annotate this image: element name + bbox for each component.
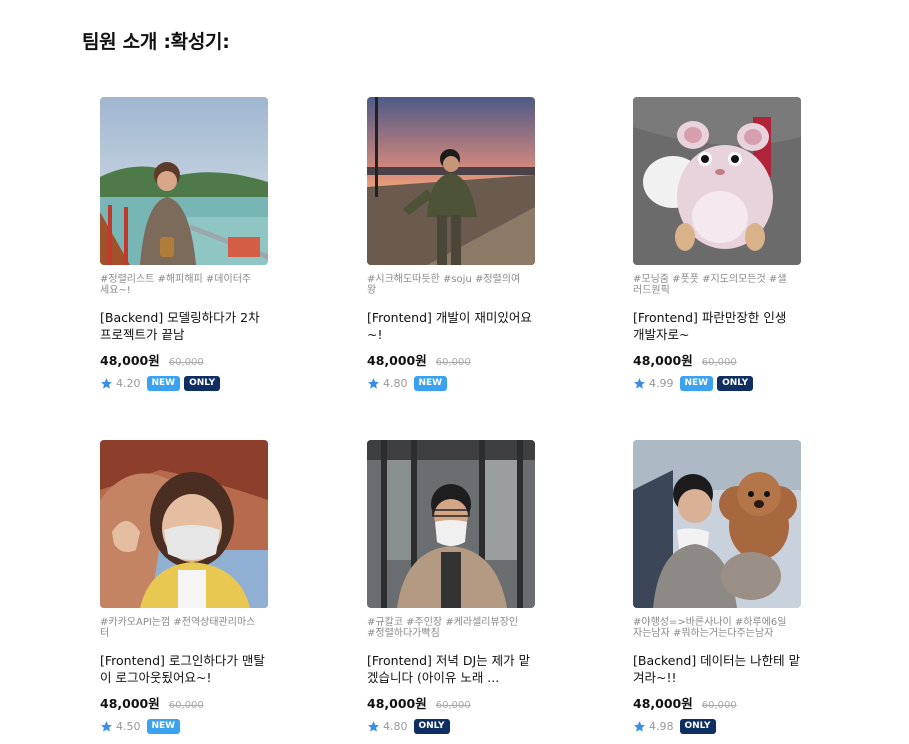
new-badge: NEW bbox=[146, 718, 181, 734]
member-card[interactable]: #시크해도따듯한 #soju #정렬의여왕 [Frontend] 개발이 재미있… bbox=[367, 97, 539, 391]
member-tags: #시크해도따듯한 #soju #정렬의여왕 bbox=[367, 274, 521, 296]
rating: 4.80 bbox=[383, 719, 408, 733]
star-icon bbox=[101, 377, 112, 389]
new-badge: NEW bbox=[146, 375, 181, 391]
member-card[interactable]: #규칼코 #주인장 #케라셀리뷰장인 #정렬하다가빡침 [Frontend] 저… bbox=[367, 440, 539, 734]
member-title[interactable]: [Frontend] 개발이 재미있어요~! bbox=[367, 309, 535, 343]
original-price: 60,000 bbox=[701, 357, 737, 368]
rating: 4.20 bbox=[116, 376, 141, 390]
member-title[interactable]: [Backend] 데이터는 나한테 맡겨라~!! bbox=[633, 652, 801, 686]
only-badge: ONLY bbox=[413, 718, 450, 734]
price: 48,000원 bbox=[367, 353, 427, 368]
member-photo[interactable] bbox=[367, 440, 535, 608]
new-badge: NEW bbox=[679, 375, 714, 391]
member-tags: #모닝줌 #풋풋 #지도의모든것 #샐러드원픽 bbox=[633, 274, 787, 296]
star-icon bbox=[368, 377, 379, 389]
original-price: 60,000 bbox=[435, 357, 471, 368]
member-title[interactable]: [Frontend] 로그인하다가 맨탈이 로그아웃됬어요~! bbox=[100, 652, 268, 686]
price: 48,000원 bbox=[633, 696, 693, 711]
star-icon bbox=[634, 720, 645, 732]
member-photo[interactable] bbox=[633, 440, 801, 608]
member-card[interactable]: #정렬리스트 #해피해피 #데이터주세요~! [Backend] 모델링하다가 … bbox=[100, 97, 272, 391]
member-photo[interactable] bbox=[100, 97, 268, 265]
member-title[interactable]: [Frontend] 저녁 DJ는 제가 맡겠습니다 (아이유 노래 ... bbox=[367, 652, 535, 686]
original-price: 60,000 bbox=[168, 357, 204, 368]
only-badge: ONLY bbox=[717, 375, 754, 391]
star-icon bbox=[368, 720, 379, 732]
member-card[interactable]: #카카오API는껌 #전역상태관리마스터 [Frontend] 로그인하다가 맨… bbox=[100, 440, 272, 734]
rating: 4.50 bbox=[116, 719, 141, 733]
only-badge: ONLY bbox=[679, 718, 716, 734]
original-price: 60,000 bbox=[701, 700, 737, 711]
original-price: 60,000 bbox=[435, 700, 471, 711]
star-icon bbox=[101, 720, 112, 732]
original-price: 60,000 bbox=[168, 700, 204, 711]
star-icon bbox=[634, 377, 645, 389]
price: 48,000원 bbox=[100, 353, 160, 368]
member-tags: #야행성=>바른사나이 #하루에6일자는남자 #뭐하는거는다주는남자 bbox=[633, 617, 787, 639]
member-photo[interactable] bbox=[367, 97, 535, 265]
price: 48,000원 bbox=[633, 353, 693, 368]
only-badge: ONLY bbox=[184, 375, 221, 391]
rating: 4.80 bbox=[383, 376, 408, 390]
rating: 4.99 bbox=[649, 376, 674, 390]
rating: 4.98 bbox=[649, 719, 674, 733]
member-title[interactable]: [Backend] 모델링하다가 2차 프로젝트가 끝남 bbox=[100, 309, 268, 343]
price: 48,000원 bbox=[367, 696, 427, 711]
member-tags: #규칼코 #주인장 #케라셀리뷰장인 #정렬하다가빡침 bbox=[367, 617, 519, 639]
new-badge: NEW bbox=[413, 375, 448, 391]
member-photo[interactable] bbox=[100, 440, 268, 608]
member-tags: #정렬리스트 #해피해피 #데이터주세요~! bbox=[100, 274, 252, 296]
page-title: 팀원 소개 :확성기: bbox=[82, 31, 230, 53]
price: 48,000원 bbox=[100, 696, 160, 711]
member-photo[interactable] bbox=[633, 97, 801, 265]
member-title[interactable]: [Frontend] 파란만장한 인생 개발자로~ bbox=[633, 309, 801, 343]
member-tags: #카카오API는껌 #전역상태관리마스터 bbox=[100, 617, 256, 639]
member-card[interactable]: #야행성=>바른사나이 #하루에6일자는남자 #뭐하는거는다주는남자 [Back… bbox=[633, 440, 805, 734]
member-card[interactable]: #모닝줌 #풋풋 #지도의모든것 #샐러드원픽 [Frontend] 파란만장한… bbox=[633, 97, 805, 391]
